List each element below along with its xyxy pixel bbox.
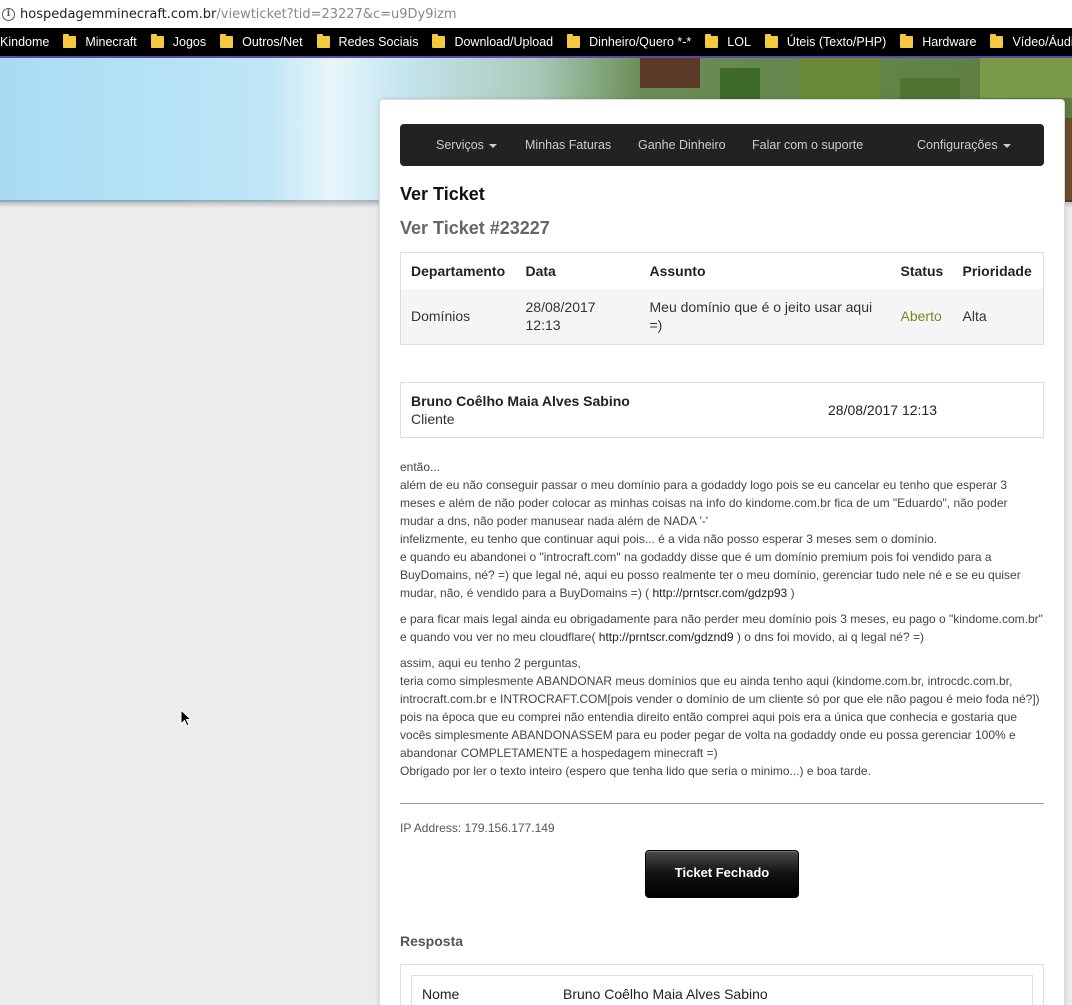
folder-icon	[990, 34, 1004, 48]
screenshot-link-2[interactable]: http://prntscr.com/gdznd9	[599, 630, 734, 644]
cell-departamento: Domínios	[400, 289, 516, 344]
screenshot-link-1[interactable]: http://prntscr.com/gdzp93	[652, 586, 787, 600]
response-name-row: Nome Bruno Coêlho Maia Alves Sabino	[411, 975, 1033, 1005]
folder-icon	[63, 34, 77, 48]
url-domain: hospedagemminecraft.com.br	[20, 6, 217, 22]
col-assunto: Assunto	[649, 263, 706, 279]
folder-icon	[900, 34, 914, 48]
bookmark-folder-dinheiro[interactable]: Dinheiro/Quero *-*	[567, 34, 691, 49]
folder-icon	[316, 34, 330, 48]
chevron-down-icon	[1002, 143, 1011, 148]
folder-icon	[705, 34, 719, 48]
bookmarks-bar: Kindome Minecraft Jogos Outros/Net Redes…	[0, 28, 1072, 56]
response-title: Resposta	[400, 933, 464, 949]
bookmark-folder-video[interactable]: Vídeo/Áudio	[990, 34, 1072, 49]
folder-icon	[764, 34, 778, 48]
folder-icon	[150, 34, 164, 48]
message-role: Cliente	[411, 411, 455, 427]
mouse-cursor-icon	[180, 709, 192, 727]
cell-data: 28/08/2017 12:13	[515, 289, 640, 344]
status-badge: Aberto	[890, 289, 953, 344]
folder-icon	[567, 34, 581, 48]
col-status: Status	[900, 263, 944, 279]
bookmark-folder-lol[interactable]: LOL	[705, 34, 751, 49]
table-row: Domínios 28/08/2017 12:13 Meu domínio que…	[400, 289, 1044, 344]
main-navbar: Serviços Minhas Faturas Ganhe Dinheiro F…	[400, 124, 1044, 166]
message-date: 28/08/2017 12:13	[828, 402, 937, 418]
bookmark-folder-jogos[interactable]: Jogos	[150, 34, 206, 49]
nav-ganhe-dinheiro[interactable]: Ganhe Dinheiro	[638, 124, 726, 166]
ip-address: IP Address: 179.156.177.149	[400, 821, 555, 835]
message-body: então... além de eu não conseguir passar…	[400, 458, 1050, 788]
nav-falar-suporte[interactable]: Falar com o suporte	[752, 124, 863, 166]
col-departamento: Departamento	[411, 263, 506, 279]
folder-icon	[220, 34, 234, 48]
message-divider	[400, 803, 1044, 804]
response-form: Nome Bruno Coêlho Maia Alves Sabino	[400, 964, 1044, 1005]
message-paragraph-1: então... além de eu não conseguir passar…	[400, 460, 1021, 600]
bookmark-folder-uteis[interactable]: Úteis (Texto/PHP)	[764, 34, 886, 49]
cell-assunto: Meu domínio que é o jeito usar aqui =)	[639, 289, 891, 344]
ticket-closed-button[interactable]: Ticket Fechado	[645, 850, 799, 898]
ticket-table: Departamento Data Assunto Status Priorid…	[400, 252, 1044, 345]
bookmark-folder-redes[interactable]: Redes Sociais	[316, 34, 418, 49]
bookmark-folder-outros[interactable]: Outros/Net	[220, 34, 303, 49]
response-name-label: Nome	[422, 986, 460, 1002]
message-author: Bruno Coêlho Maia Alves Sabino	[411, 393, 630, 409]
response-name-value: Bruno Coêlho Maia Alves Sabino	[563, 986, 768, 1002]
message-paragraph-3: assim, aqui eu tenho 2 perguntas, teria …	[400, 656, 1040, 778]
url-path: /viewticket?tid=23227&c=u9Dy9izm	[216, 6, 457, 22]
address-bar[interactable]: i hospedagemminecraft.com.br/viewticket?…	[0, 0, 1072, 28]
info-icon[interactable]: i	[2, 7, 15, 21]
chevron-down-icon	[488, 143, 497, 148]
content-panel: Serviços Minhas Faturas Ganhe Dinheiro F…	[379, 99, 1065, 1005]
bookmark-kindome[interactable]: Kindome	[0, 35, 49, 49]
folder-icon	[432, 34, 446, 48]
page-title: Ver Ticket	[400, 184, 485, 204]
col-data: Data	[525, 263, 556, 279]
nav-configuracoes[interactable]: Configurações	[917, 124, 1011, 166]
bookmark-folder-hardware[interactable]: Hardware	[900, 34, 976, 49]
nav-servicos[interactable]: Serviços	[436, 124, 497, 166]
col-prioridade: Prioridade	[962, 263, 1032, 279]
table-header-row: Departamento Data Assunto Status Priorid…	[401, 253, 1044, 290]
bookmark-folder-download[interactable]: Download/Upload	[432, 34, 553, 49]
message-paragraph-2: e para ficar mais legal ainda eu obrigad…	[400, 612, 1043, 644]
cell-prioridade: Alta	[952, 289, 1044, 344]
nav-minhas-faturas[interactable]: Minhas Faturas	[525, 124, 611, 166]
bookmark-folder-minecraft[interactable]: Minecraft	[63, 34, 137, 49]
message-header: Bruno Coêlho Maia Alves Sabino Cliente 2…	[400, 382, 1044, 438]
page-subtitle: Ver Ticket #23227	[400, 218, 550, 238]
